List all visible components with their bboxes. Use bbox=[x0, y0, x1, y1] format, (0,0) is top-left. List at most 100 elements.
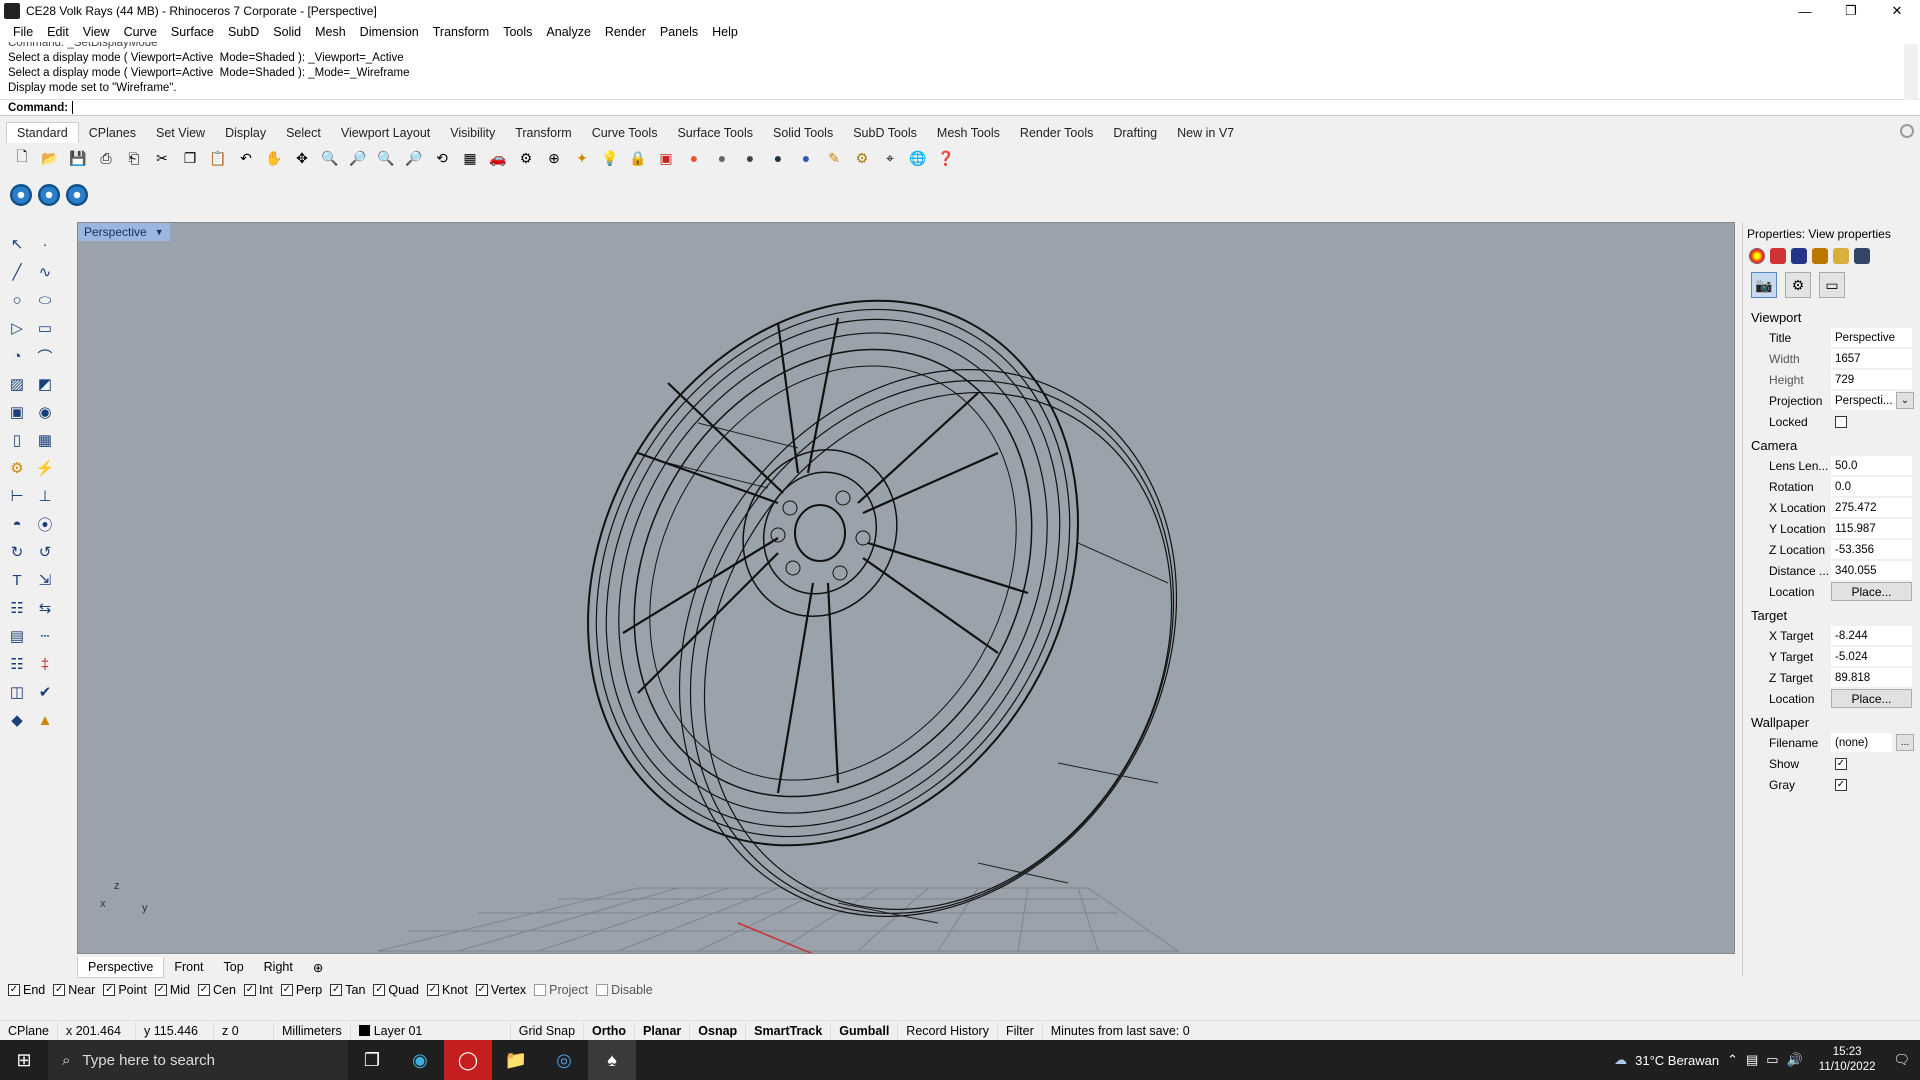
group-icon[interactable]: ◓ bbox=[6, 513, 28, 535]
menu-analyze[interactable]: Analyze bbox=[539, 25, 597, 39]
menu-surface[interactable]: Surface bbox=[164, 25, 221, 39]
menu-transform[interactable]: Transform bbox=[426, 25, 497, 39]
x-location-field[interactable]: 275.472 bbox=[1831, 498, 1912, 517]
tab-subd-tools[interactable]: SubD Tools bbox=[843, 123, 927, 143]
rotate-view-icon[interactable]: ⟲ bbox=[430, 146, 454, 170]
tab-standard[interactable]: Standard bbox=[6, 122, 79, 143]
y-target-field[interactable]: -5.024 bbox=[1831, 647, 1912, 666]
taskbar-search[interactable]: ⌕ Type here to search bbox=[48, 1040, 348, 1080]
polyline-icon[interactable]: ╱ bbox=[6, 261, 28, 283]
distance-field[interactable]: 340.055 bbox=[1831, 561, 1912, 580]
ellipse-icon[interactable]: ⬭ bbox=[34, 289, 56, 311]
grid-array-icon[interactable]: ☷ bbox=[6, 653, 28, 675]
weather-text[interactable]: 31°C Berawan bbox=[1635, 1053, 1719, 1068]
osnap-cen[interactable]: ✓ Cen bbox=[198, 983, 236, 997]
solid-edit-icon[interactable]: ▤ bbox=[6, 625, 28, 647]
undo-icon[interactable]: ↶ bbox=[234, 146, 258, 170]
camera-place-button[interactable]: Place... bbox=[1831, 582, 1912, 601]
menu-panels[interactable]: Panels bbox=[653, 25, 705, 39]
rectangle-icon[interactable]: ▭ bbox=[34, 317, 56, 339]
menu-view[interactable]: View bbox=[76, 25, 117, 39]
tab-right[interactable]: Right bbox=[254, 957, 303, 977]
render-settings-icon[interactable] bbox=[1791, 248, 1807, 264]
show-checkbox[interactable]: ✓ bbox=[1835, 757, 1847, 770]
tab-viewport-layout[interactable]: Viewport Layout bbox=[331, 123, 440, 143]
locked-checkbox[interactable] bbox=[1835, 415, 1847, 428]
material-brush-icon[interactable] bbox=[1812, 248, 1828, 264]
render-icon[interactable]: ● bbox=[766, 146, 790, 170]
command-history-scrollbar[interactable] bbox=[1904, 44, 1918, 100]
x-target-field[interactable]: -8.244 bbox=[1831, 626, 1912, 645]
menu-dimension[interactable]: Dimension bbox=[353, 25, 426, 39]
osnap-perp[interactable]: ✓ Perp bbox=[280, 983, 322, 997]
viewport-title-tab[interactable]: Perspective ▼ bbox=[78, 223, 170, 241]
z-target-field[interactable]: 89.818 bbox=[1831, 668, 1912, 687]
record-history-toggle[interactable]: Record History bbox=[898, 1021, 998, 1040]
browse-button[interactable]: ... bbox=[1896, 734, 1914, 751]
zoom-window-icon[interactable]: 🔎 bbox=[346, 146, 370, 170]
chevron-down-icon[interactable]: ⌄ bbox=[1896, 392, 1914, 409]
planar-toggle[interactable]: Planar bbox=[635, 1021, 691, 1040]
osnap-knot[interactable]: ✓ Knot bbox=[427, 983, 468, 997]
dimension-icon[interactable]: ⌖ bbox=[878, 146, 902, 170]
menu-edit[interactable]: Edit bbox=[40, 25, 76, 39]
menu-mesh[interactable]: Mesh bbox=[308, 25, 353, 39]
osnap-mid[interactable]: ✓ Mid bbox=[154, 983, 190, 997]
osnap-disable[interactable]: Disable bbox=[596, 983, 653, 997]
polygon-icon[interactable]: ▷ bbox=[6, 317, 28, 339]
gray-checkbox[interactable]: ✓ bbox=[1835, 778, 1847, 791]
array-icon[interactable]: ☷ bbox=[6, 597, 28, 619]
clock[interactable]: 15:23 11/10/2022 bbox=[1819, 1045, 1876, 1075]
properties-icon[interactable]: ✎ bbox=[822, 146, 846, 170]
cplane-side-icon[interactable]: ┄ bbox=[34, 625, 56, 647]
menu-help[interactable]: Help bbox=[705, 25, 745, 39]
surface-icon[interactable]: ▨ bbox=[6, 373, 28, 395]
material-sphere-icon[interactable]: ● bbox=[794, 146, 818, 170]
display-icon[interactable] bbox=[1854, 248, 1870, 264]
status-layer[interactable]: Layer 01 bbox=[351, 1021, 511, 1040]
tab-display[interactable]: Display bbox=[215, 123, 276, 143]
windows-start-icon[interactable]: ⊞ bbox=[0, 1040, 48, 1080]
align-icon[interactable]: ⊥ bbox=[34, 485, 56, 507]
cut-icon[interactable]: ✂ bbox=[150, 146, 174, 170]
globe-icon[interactable]: 🌐 bbox=[906, 146, 930, 170]
paste-icon[interactable]: 📋 bbox=[206, 146, 230, 170]
circle-icon[interactable]: ○ bbox=[6, 289, 28, 311]
open-folder-icon[interactable]: 📂 bbox=[38, 146, 62, 170]
new-file-icon[interactable]: 🗋 bbox=[10, 146, 34, 170]
tab-solid-tools[interactable]: Solid Tools bbox=[763, 123, 843, 143]
curve-icon[interactable]: ∿ bbox=[34, 261, 56, 283]
shaded-sphere-icon[interactable]: ● bbox=[710, 146, 734, 170]
text-icon[interactable]: T bbox=[6, 569, 28, 591]
named-view-icon[interactable]: ⚙ bbox=[514, 146, 538, 170]
zoom-icon[interactable]: 🔍 bbox=[318, 146, 342, 170]
four-view-icon[interactable]: ▦ bbox=[458, 146, 482, 170]
frame-icon[interactable]: ▭ bbox=[1819, 272, 1845, 298]
layout-icon[interactable]: ◫ bbox=[6, 681, 28, 703]
tab-cplanes[interactable]: CPlanes bbox=[79, 123, 146, 143]
opera-browser-icon[interactable]: ◯ bbox=[444, 1040, 492, 1080]
rotation-field[interactable]: 0.0 bbox=[1831, 477, 1912, 496]
osnap-near[interactable]: ✓ Near bbox=[53, 983, 95, 997]
add-viewport-icon[interactable]: ⊕ bbox=[303, 957, 333, 978]
box-icon[interactable]: ▣ bbox=[6, 401, 28, 423]
dimension-tool-icon[interactable]: ⊢ bbox=[6, 485, 28, 507]
print-icon[interactable]: ⎙ bbox=[94, 146, 118, 170]
tab-surface-tools[interactable]: Surface Tools bbox=[667, 123, 763, 143]
ortho-toggle[interactable]: Ortho bbox=[584, 1021, 636, 1040]
zoom-extents-icon[interactable]: 🔍 bbox=[374, 146, 398, 170]
fillet-curve-icon[interactable]: ⌒ bbox=[34, 345, 56, 367]
tab-top[interactable]: Top bbox=[214, 957, 254, 977]
color-icon[interactable] bbox=[1749, 248, 1765, 264]
extrude-surface-icon[interactable]: ◩ bbox=[34, 373, 56, 395]
plugin-icon-2[interactable] bbox=[38, 184, 60, 206]
help-icon[interactable]: ❓ bbox=[934, 146, 958, 170]
render-props-icon[interactable]: ⚙ bbox=[1785, 272, 1811, 298]
wheel-wireframe-model[interactable] bbox=[78, 223, 1735, 954]
menu-file[interactable]: File bbox=[6, 25, 40, 39]
cylinder-icon[interactable]: ▯ bbox=[6, 429, 28, 451]
status-units[interactable]: Millimeters bbox=[274, 1021, 351, 1040]
command-input[interactable] bbox=[72, 101, 1873, 114]
tab-set-view[interactable]: Set View bbox=[146, 123, 215, 143]
perspective-viewport[interactable] bbox=[77, 222, 1735, 954]
